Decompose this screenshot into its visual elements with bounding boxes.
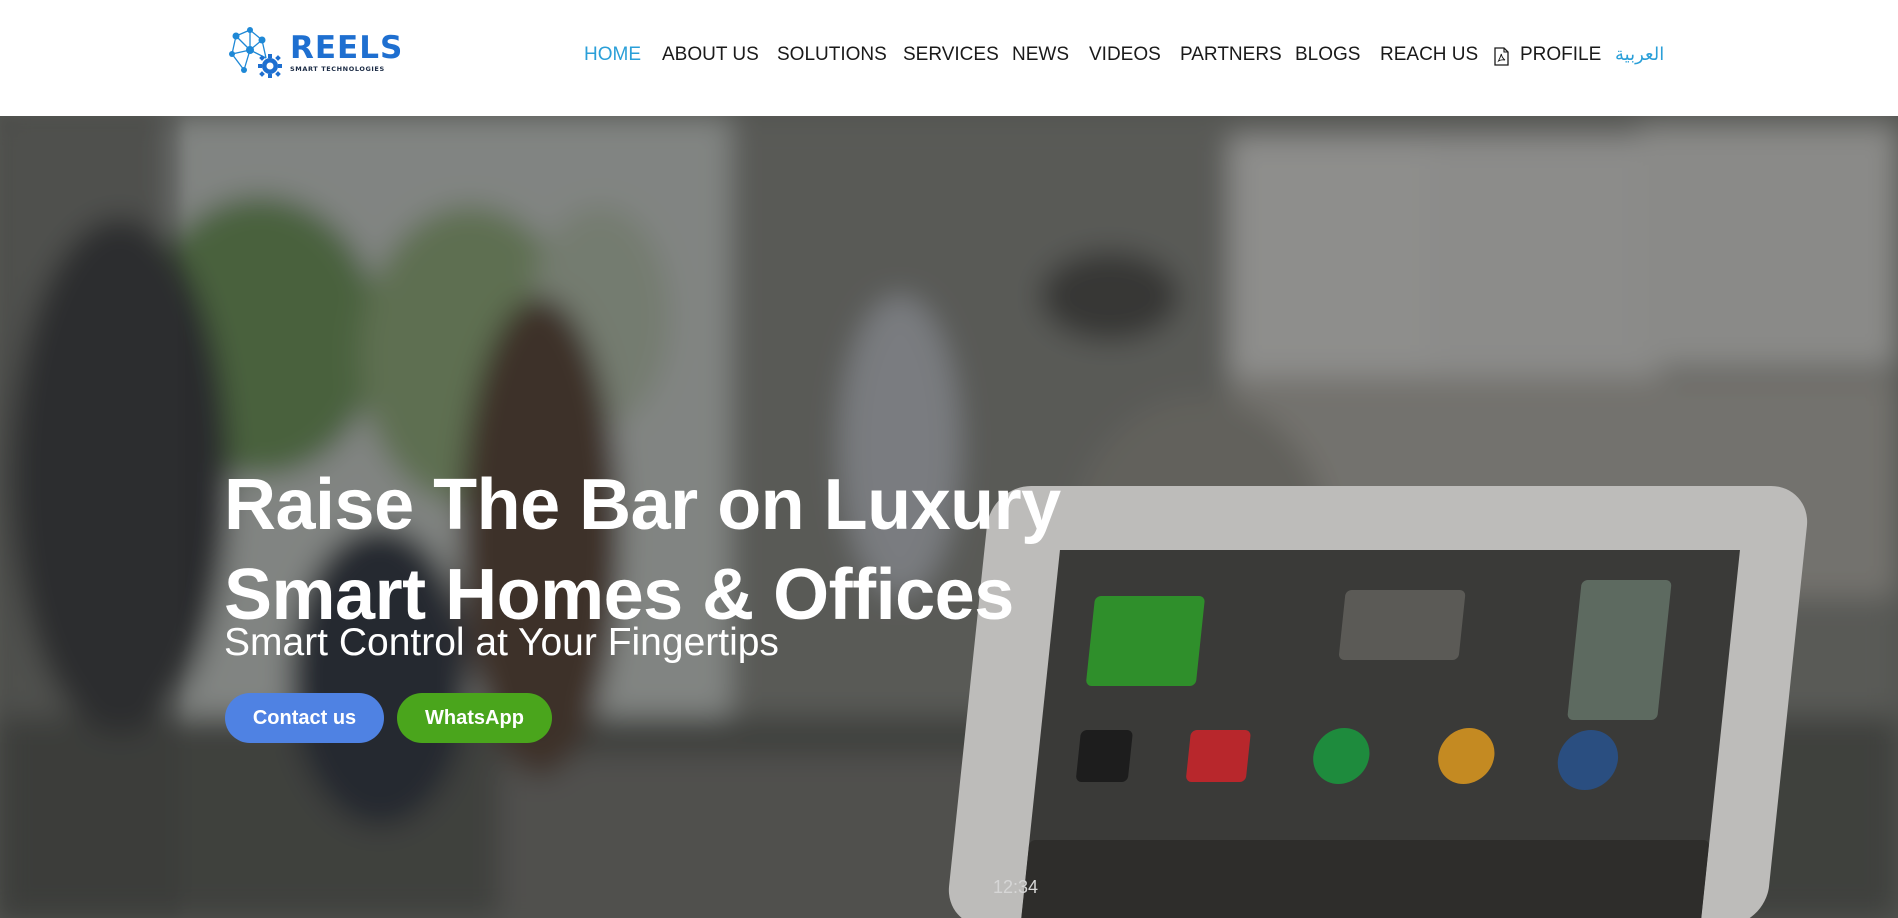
speaker-tile [1435,728,1498,784]
tablet-clock: 12:34 [993,877,1039,897]
nav-videos[interactable]: VIDEOS [1089,44,1161,66]
tablet-screen [1020,550,1740,918]
nav-solutions[interactable]: SOLUTIONS [777,44,887,66]
hero-headline: Raise The Bar on Luxury Smart Homes & Of… [224,460,1124,640]
main-nav: HOME ABOUT US SOLUTIONS SERVICES NEWS VI… [0,0,1898,112]
contact-us-button[interactable]: Contact us [225,693,384,743]
nav-arabic-language[interactable]: العربية [1615,44,1664,66]
dish-tile [1185,730,1252,782]
site-header: REELS SMART TECHNOLOGIES HOME ABOUT US S… [0,0,1898,116]
nav-services[interactable]: SERVICES [903,44,999,66]
hero-section: 12:34 Raise The Bar on Luxury Smart Home… [0,116,1898,918]
tablet-bottom-bar [1020,840,1710,918]
hero-headline-line-1: Raise The Bar on Luxury [224,465,1061,546]
nav-blogs[interactable]: BLOGS [1295,44,1360,66]
nav-reach-us[interactable]: REACH US [1380,44,1478,66]
whatsapp-button[interactable]: WhatsApp [397,693,552,743]
nav-home[interactable]: HOME [584,44,641,66]
nav-partners[interactable]: PARTNERS [1180,44,1282,66]
thermostat-tile [1554,730,1622,790]
nav-news[interactable]: NEWS [1012,44,1069,66]
window-tile [1567,580,1672,720]
hero-subheadline: Smart Control at Your Fingertips [224,621,779,664]
pdf-file-icon[interactable] [1494,47,1509,66]
nav-about-us[interactable]: ABOUT US [662,44,759,66]
nav-profile[interactable]: PROFILE [1520,44,1601,66]
spotify-tile [1310,728,1373,784]
tv-tile [1338,590,1466,660]
netflix-tile [1075,730,1134,782]
